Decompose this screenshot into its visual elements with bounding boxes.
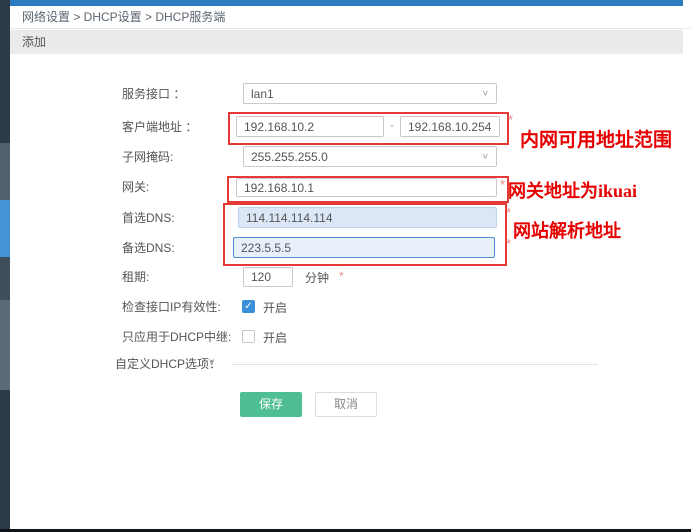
check-interface-ip-option: 开启 [263, 299, 287, 316]
gateway-label: 网关: [122, 179, 149, 195]
sidebar-item-active[interactable] [0, 200, 10, 257]
section-divider [232, 364, 598, 365]
annotation-client-range: 内网可用地址范围 [520, 125, 672, 152]
subnet-mask-value: 255.255.255.0 [251, 150, 328, 164]
check-icon: ✓ [244, 302, 252, 312]
required-mark: * [500, 177, 505, 192]
sidebar-item[interactable] [0, 143, 10, 200]
primary-dns-input[interactable] [238, 207, 497, 228]
client-address-start-input[interactable] [236, 116, 384, 137]
chevron-down-icon: ∨ [482, 89, 489, 98]
check-interface-ip-label: 检查接口IP有效性: [122, 299, 221, 315]
page-title: 添加 [10, 30, 683, 54]
required-mark: * [506, 236, 511, 251]
gateway-input[interactable] [236, 178, 497, 197]
service-interface-select[interactable]: lan1 ∨ [243, 83, 497, 104]
secondary-dns-label: 备选DNS: [122, 240, 175, 256]
required-mark: * [508, 112, 513, 127]
required-mark: * [506, 205, 511, 220]
custom-dhcp-options-toggle[interactable]: 自定义DHCP选项： [115, 356, 221, 372]
chevron-down-icon[interactable]: ∨ [208, 357, 215, 368]
lease-label: 租期: [122, 269, 149, 285]
lease-unit-label: 分钟 [305, 269, 329, 286]
service-interface-value: lan1 [251, 87, 274, 101]
check-interface-ip-checkbox[interactable]: ✓ [242, 300, 255, 313]
subnet-mask-label: 子网掩码: [122, 149, 173, 165]
dhcp-relay-only-label: 只应用于DHCP中继: [122, 329, 231, 345]
breadcrumb[interactable]: 网络设置 > DHCP设置 > DHCP服务端 [10, 6, 691, 29]
sidebar-item[interactable] [0, 300, 10, 390]
chevron-down-icon: ∨ [482, 152, 489, 161]
sidebar-item[interactable] [0, 257, 10, 300]
annotation-dns-note: 网站解析地址 [513, 217, 621, 243]
dhcp-server-add-page: 网络设置 > DHCP设置 > DHCP服务端 添加 服务接口 ： lan1 ∨… [0, 0, 691, 532]
save-button[interactable]: 保存 [240, 392, 302, 417]
cancel-button[interactable]: 取消 [315, 392, 377, 417]
client-address-label: 客户端地址 ： [122, 119, 197, 135]
secondary-dns-input[interactable] [233, 237, 495, 258]
range-separator: - [386, 118, 398, 132]
annotation-gateway-note: 网关地址为ikuai [508, 177, 637, 203]
required-mark: * [339, 269, 344, 283]
service-interface-label: 服务接口 ： [122, 86, 185, 102]
dhcp-relay-only-checkbox[interactable] [242, 330, 255, 343]
dhcp-relay-only-option: 开启 [263, 329, 287, 346]
sidebar-nav[interactable] [0, 0, 10, 529]
subnet-mask-select[interactable]: 255.255.255.0 ∨ [243, 146, 497, 167]
primary-dns-label: 首选DNS: [122, 210, 175, 226]
client-address-end-input[interactable] [400, 116, 500, 137]
lease-input[interactable] [243, 267, 293, 287]
